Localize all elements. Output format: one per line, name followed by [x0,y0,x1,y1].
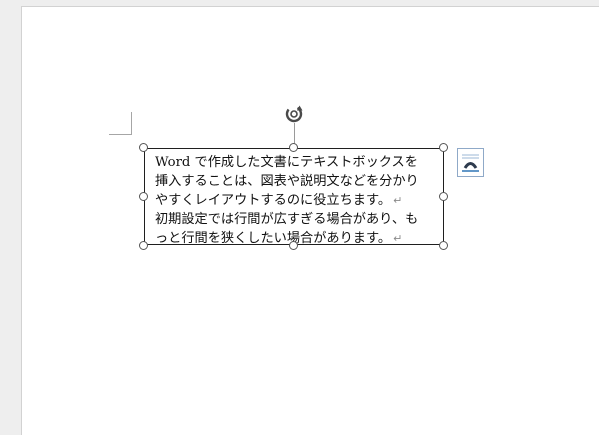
text-line: 挿入することは、図表や説明文などを分かり [155,172,441,191]
resize-handle-bottom-right[interactable] [439,241,448,250]
text-line-content: 初期設定では行間が広すぎる場合があり、も [155,212,419,227]
text-line-content: Word で作成した文書にテキストボックスを [155,155,418,170]
resize-handle-bottom-left[interactable] [139,241,148,250]
resize-handle-top-right[interactable] [439,143,448,152]
text-line-content: っと行間を狭くしたい場合があります。 [155,231,392,246]
resize-handle-top[interactable] [289,143,298,152]
text-line-content: 挿入することは、図表や説明文などを分かり [155,174,419,189]
text-line: 初期設定では行間が広すぎる場合があり、も [155,210,441,229]
margin-corner-marker [109,112,132,135]
text-line: やすくレイアウトするのに役立ちます。 ↵ [155,191,441,210]
rotate-handle-icon[interactable] [283,103,305,125]
text-box-content[interactable]: Word で作成した文書にテキストボックスを 挿入することは、図表や説明文などを… [155,153,441,248]
resize-handle-left[interactable] [139,192,148,201]
document-canvas: Word で作成した文書にテキストボックスを 挿入することは、図表や説明文などを… [0,0,599,435]
text-line-content: やすくレイアウトするのに役立ちます。 [155,193,392,208]
layout-options-button[interactable] [457,148,484,177]
resize-handle-top-left[interactable] [139,143,148,152]
text-box[interactable]: Word で作成した文書にテキストボックスを 挿入することは、図表や説明文などを… [144,148,444,248]
text-line: Word で作成した文書にテキストボックスを [155,153,441,172]
text-line: っと行間を狭くしたい場合があります。 ↵ [155,229,441,248]
resize-handle-right[interactable] [439,192,448,201]
paragraph-mark-icon: ↵ [393,232,403,245]
resize-handle-bottom[interactable] [289,241,298,250]
layout-options-icon [462,154,479,172]
paragraph-mark-icon: ↵ [393,194,403,207]
